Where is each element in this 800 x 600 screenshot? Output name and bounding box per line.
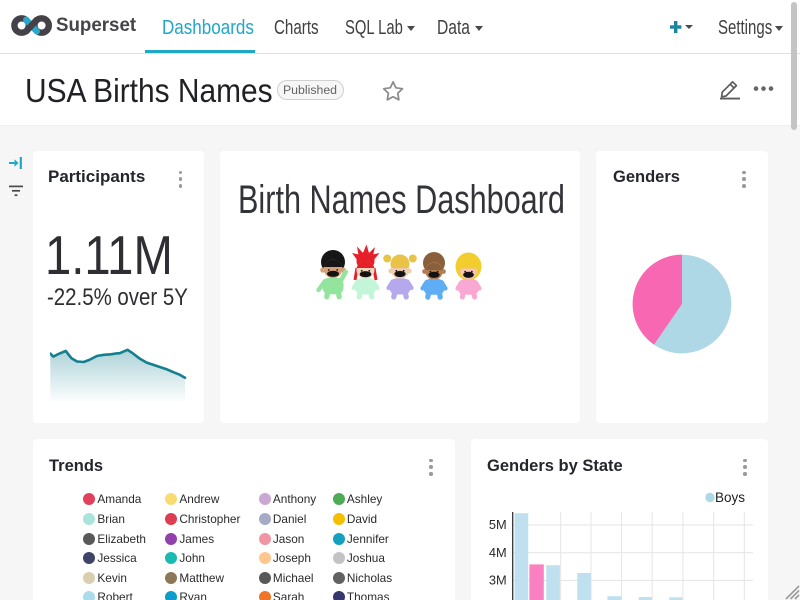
svg-text:Boys: Boys — [715, 490, 745, 505]
svg-text:3M: 3M — [489, 573, 507, 588]
svg-text:4M: 4M — [489, 545, 507, 560]
svg-text:5M: 5M — [489, 517, 507, 532]
